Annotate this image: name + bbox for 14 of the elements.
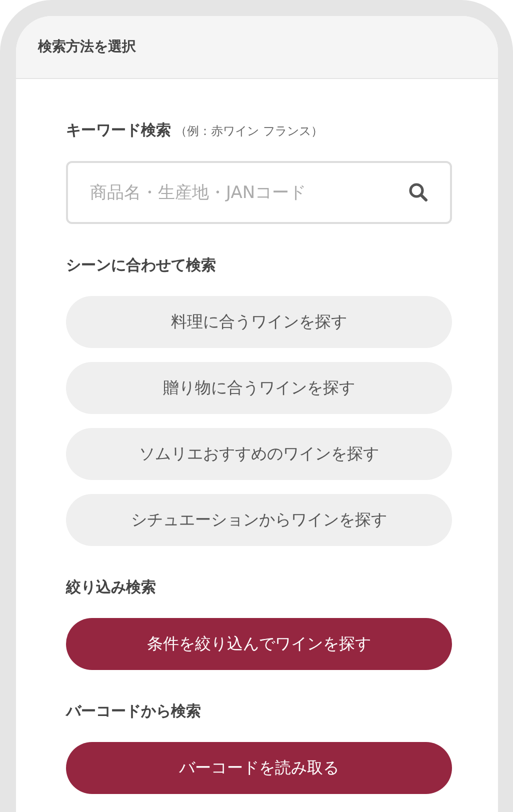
search-button[interactable]: バーコードを読み取る xyxy=(66,742,452,794)
screen-title: 検索方法を選択 xyxy=(38,38,136,56)
section-label: キーワード検索 xyxy=(66,120,171,141)
section-label: シーンに合わせて検索 xyxy=(66,255,216,276)
search-button[interactable]: 贈り物に合うワインを探す xyxy=(66,362,452,414)
search-field[interactable]: 商品名・生産地・JANコード xyxy=(66,161,452,224)
section-label: 絞り込み検索 xyxy=(66,577,156,598)
search-button[interactable]: シチュエーションからワインを探す xyxy=(66,494,452,546)
search-button[interactable]: ソムリエおすすめのワインを探す xyxy=(66,428,452,480)
search-button[interactable]: 料理に合うワインを探す xyxy=(66,296,452,348)
search-icon[interactable] xyxy=(408,182,428,202)
search-button[interactable]: 条件を絞り込んでワインを探す xyxy=(66,618,452,670)
section-label: バーコードから検索 xyxy=(66,701,201,722)
example-hint: （例：赤ワイン フランス） xyxy=(175,123,323,140)
